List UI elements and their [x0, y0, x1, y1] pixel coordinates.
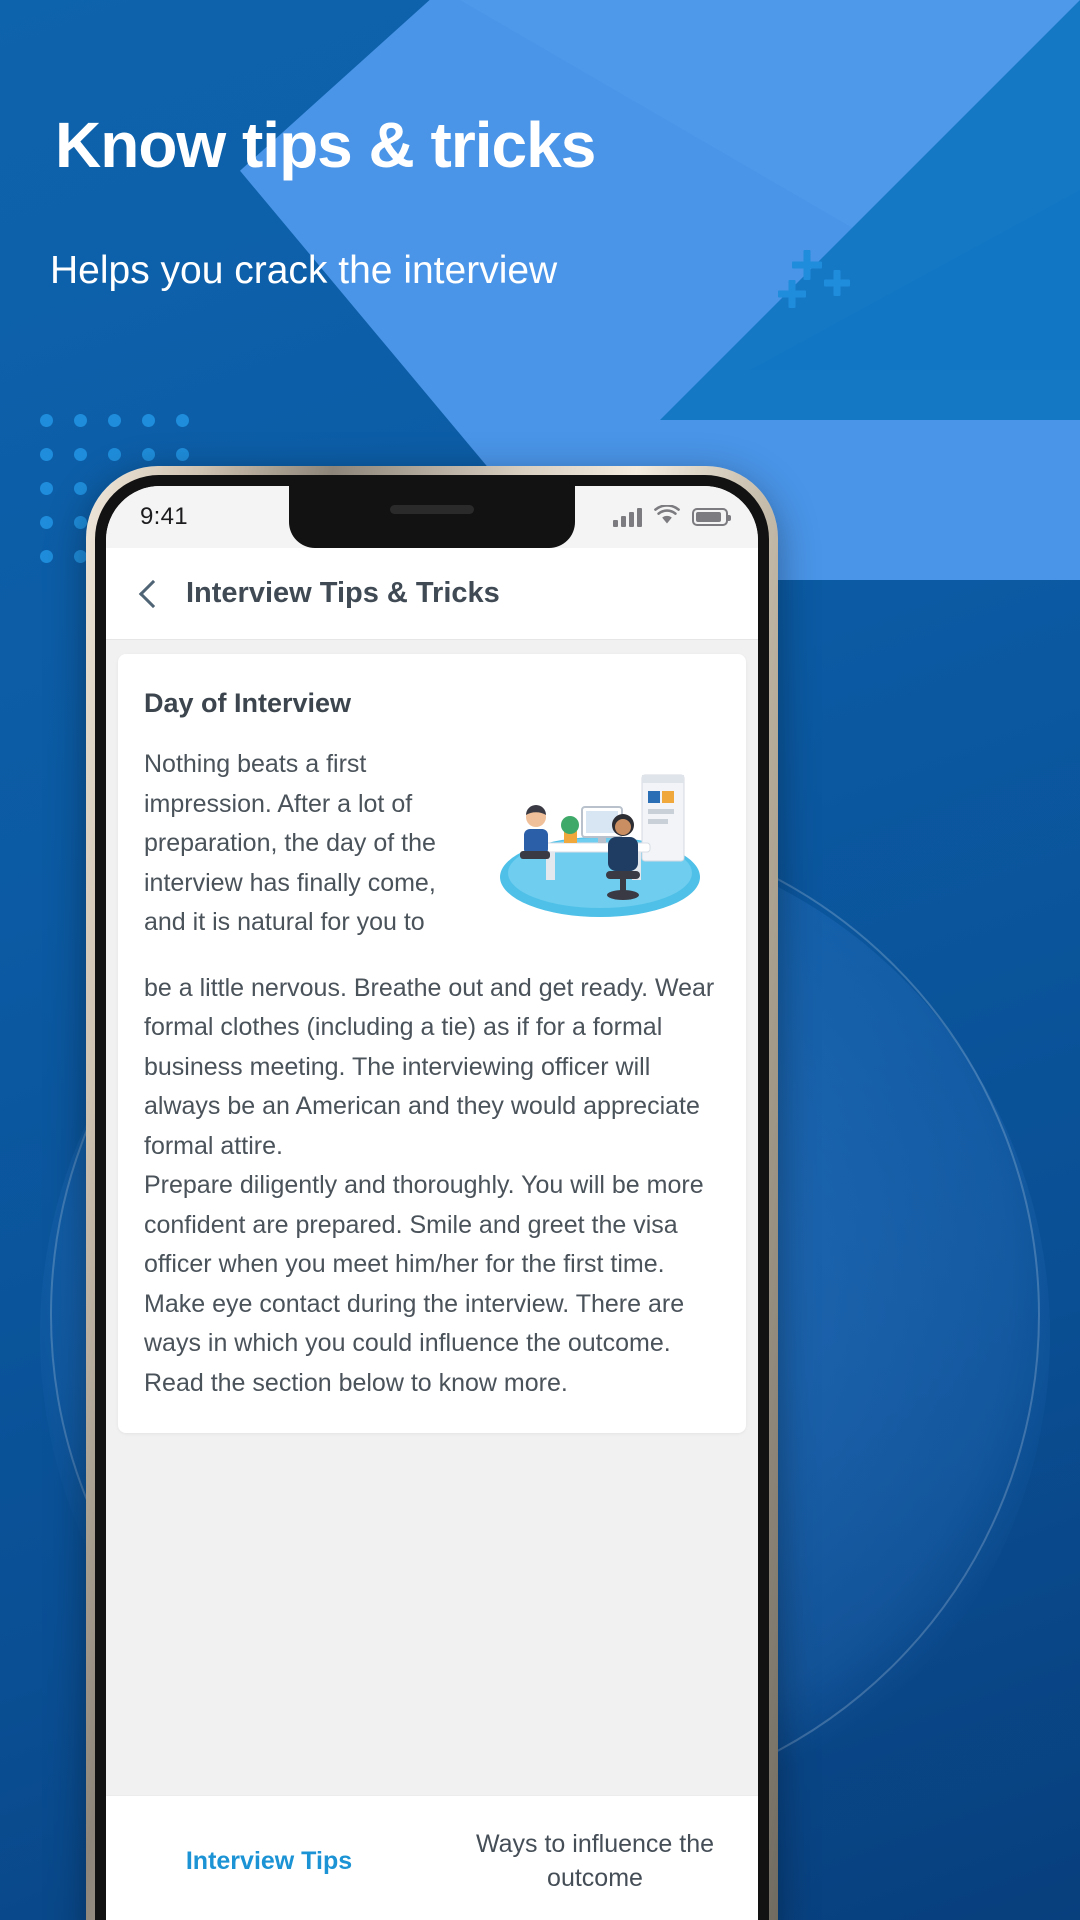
- plus-icon: [792, 250, 822, 280]
- wifi-icon: [654, 503, 680, 530]
- grid-dot: [74, 448, 87, 461]
- card-title: Day of Interview: [144, 688, 352, 718]
- card-body: be a little nervous. Breathe out and get…: [144, 969, 720, 1404]
- card-paragraph: be a little nervous. Breathe out and get…: [144, 973, 715, 1160]
- card-intro-row: Nothing beats a first impression. After …: [144, 745, 720, 943]
- grid-dot: [74, 414, 87, 427]
- grid-dot: [74, 482, 87, 495]
- plus-decoration-group: [778, 250, 858, 312]
- interview-desk-illustration: [480, 745, 720, 935]
- grid-dot: [108, 448, 121, 461]
- grid-dot: [40, 414, 53, 427]
- grid-dot: [40, 482, 53, 495]
- grid-dot: [74, 516, 87, 529]
- tab-interview-tips[interactable]: Interview Tips: [106, 1796, 432, 1920]
- earpiece-speaker-icon: [390, 505, 474, 514]
- page-title: Interview Tips & Tricks: [186, 577, 500, 609]
- status-icons: [613, 503, 731, 530]
- promo-banner: Know tips & tricks Helps you crack the i…: [0, 0, 1080, 1920]
- grid-dot: [176, 448, 189, 461]
- phone-mockup: 9:41 Interview Tips & Tricks Day of Inte…: [86, 466, 778, 1920]
- plus-icon: [824, 270, 850, 296]
- phone-screen: 9:41 Interview Tips & Tricks Day of Inte…: [106, 486, 758, 1920]
- grid-dot: [142, 448, 155, 461]
- grid-dot: [108, 414, 121, 427]
- grid-dot: [40, 550, 53, 563]
- card-intro-text: Nothing beats a first impression. After …: [144, 750, 436, 936]
- card-paragraph: Prepare diligently and thoroughly. You w…: [144, 1171, 704, 1397]
- phone-bezel: 9:41 Interview Tips & Tricks Day of Inte…: [95, 475, 769, 1920]
- grid-dot: [40, 516, 53, 529]
- grid-dot: [142, 414, 155, 427]
- nav-bar: Interview Tips & Tricks: [106, 548, 758, 640]
- grid-dot: [176, 414, 189, 427]
- plus-icon: [778, 280, 806, 308]
- grid-dot: [40, 448, 53, 461]
- cellular-signal-icon: [613, 507, 642, 527]
- content-area: Day of Interview Nothing beats a first i…: [106, 640, 758, 1920]
- promo-subheadline: Helps you crack the interview: [50, 249, 558, 292]
- tab-bar: Interview Tips Ways to influence the out…: [106, 1795, 758, 1920]
- tips-card: Day of Interview Nothing beats a first i…: [118, 654, 746, 1433]
- status-time: 9:41: [140, 503, 188, 530]
- battery-icon: [692, 508, 731, 526]
- promo-headline: Know tips & tricks: [55, 109, 596, 181]
- tab-ways-to-influence-the-outcome[interactable]: Ways to influence the outcome: [432, 1796, 758, 1920]
- phone-notch: [289, 486, 575, 548]
- back-chevron-icon[interactable]: [134, 579, 164, 609]
